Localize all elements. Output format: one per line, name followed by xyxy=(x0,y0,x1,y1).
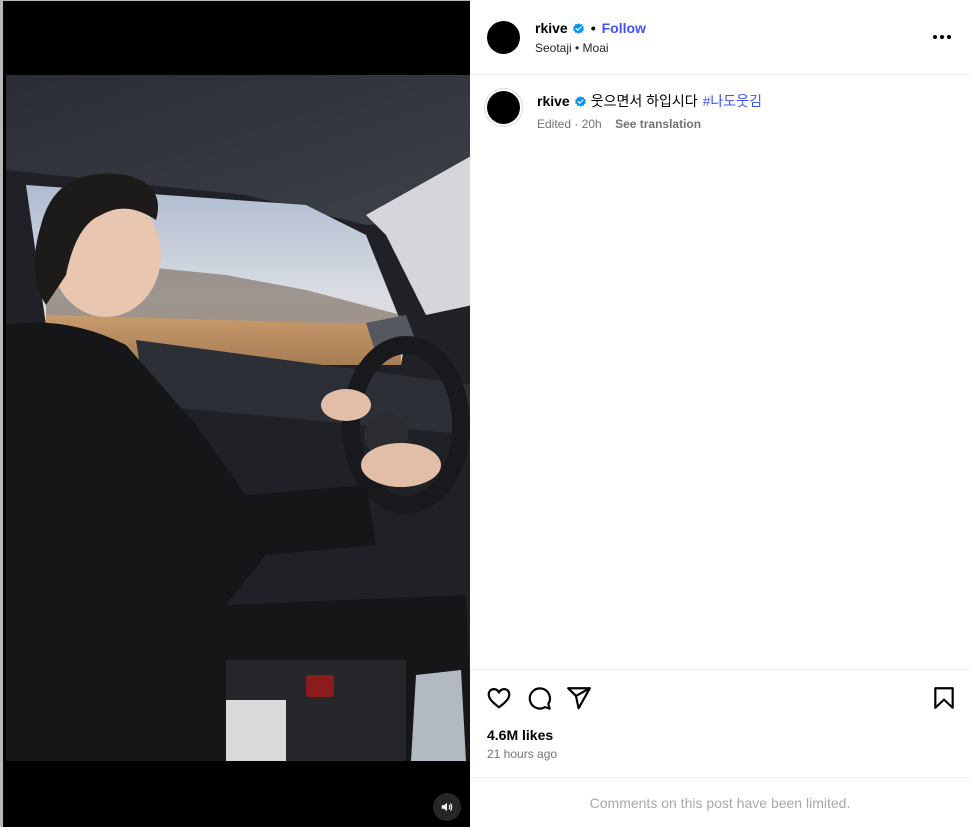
post-header: rkive • Follow Seotaji • Moai xyxy=(470,0,970,75)
caption-hashtag[interactable]: #나도웃김 xyxy=(703,91,762,111)
header-user-row: rkive • Follow xyxy=(535,20,646,36)
see-translation-button[interactable]: See translation xyxy=(615,117,701,131)
verified-badge-icon xyxy=(574,95,586,107)
verified-badge-icon xyxy=(572,22,584,34)
video-frame[interactable] xyxy=(6,75,470,761)
post-side-panel: rkive • Follow Seotaji • Moai rkive 웃으면서… xyxy=(470,0,970,827)
caption-text: 웃으면서 하입시다 xyxy=(590,93,698,109)
caption-meta: Edited · 20h See translation xyxy=(537,117,701,131)
more-dot-icon xyxy=(933,35,937,39)
heart-icon[interactable] xyxy=(486,685,512,711)
speaker-icon xyxy=(441,802,453,812)
share-icon[interactable] xyxy=(566,685,592,711)
header-separator: • xyxy=(590,20,596,36)
action-bar: 4.6M likes 21 hours ago xyxy=(470,669,970,777)
header-username[interactable]: rkive xyxy=(535,20,568,36)
more-dot-icon xyxy=(947,35,951,39)
video-thumbnail xyxy=(6,75,470,761)
more-dot-icon xyxy=(940,35,944,39)
likes-count[interactable]: 4.6M likes xyxy=(487,727,553,743)
more-options-button[interactable] xyxy=(930,27,954,47)
post-media[interactable] xyxy=(0,0,470,827)
caption-username[interactable]: rkive xyxy=(537,93,570,109)
caption-edited-time: Edited · 20h xyxy=(537,117,602,131)
audio-toggle-button[interactable] xyxy=(433,793,461,821)
comments-limited-notice: Comments on this post have been limited. xyxy=(470,777,970,827)
comment-icon[interactable] xyxy=(526,685,552,711)
avatar[interactable] xyxy=(487,21,520,54)
avatar[interactable] xyxy=(487,91,520,124)
caption-line: rkive 웃으면서 하입시다 #나도웃김 xyxy=(537,91,762,111)
bookmark-icon[interactable] xyxy=(931,685,957,711)
post-time[interactable]: 21 hours ago xyxy=(487,747,557,761)
follow-button[interactable]: Follow xyxy=(602,20,646,36)
audio-subtitle[interactable]: Seotaji • Moai xyxy=(535,41,609,55)
